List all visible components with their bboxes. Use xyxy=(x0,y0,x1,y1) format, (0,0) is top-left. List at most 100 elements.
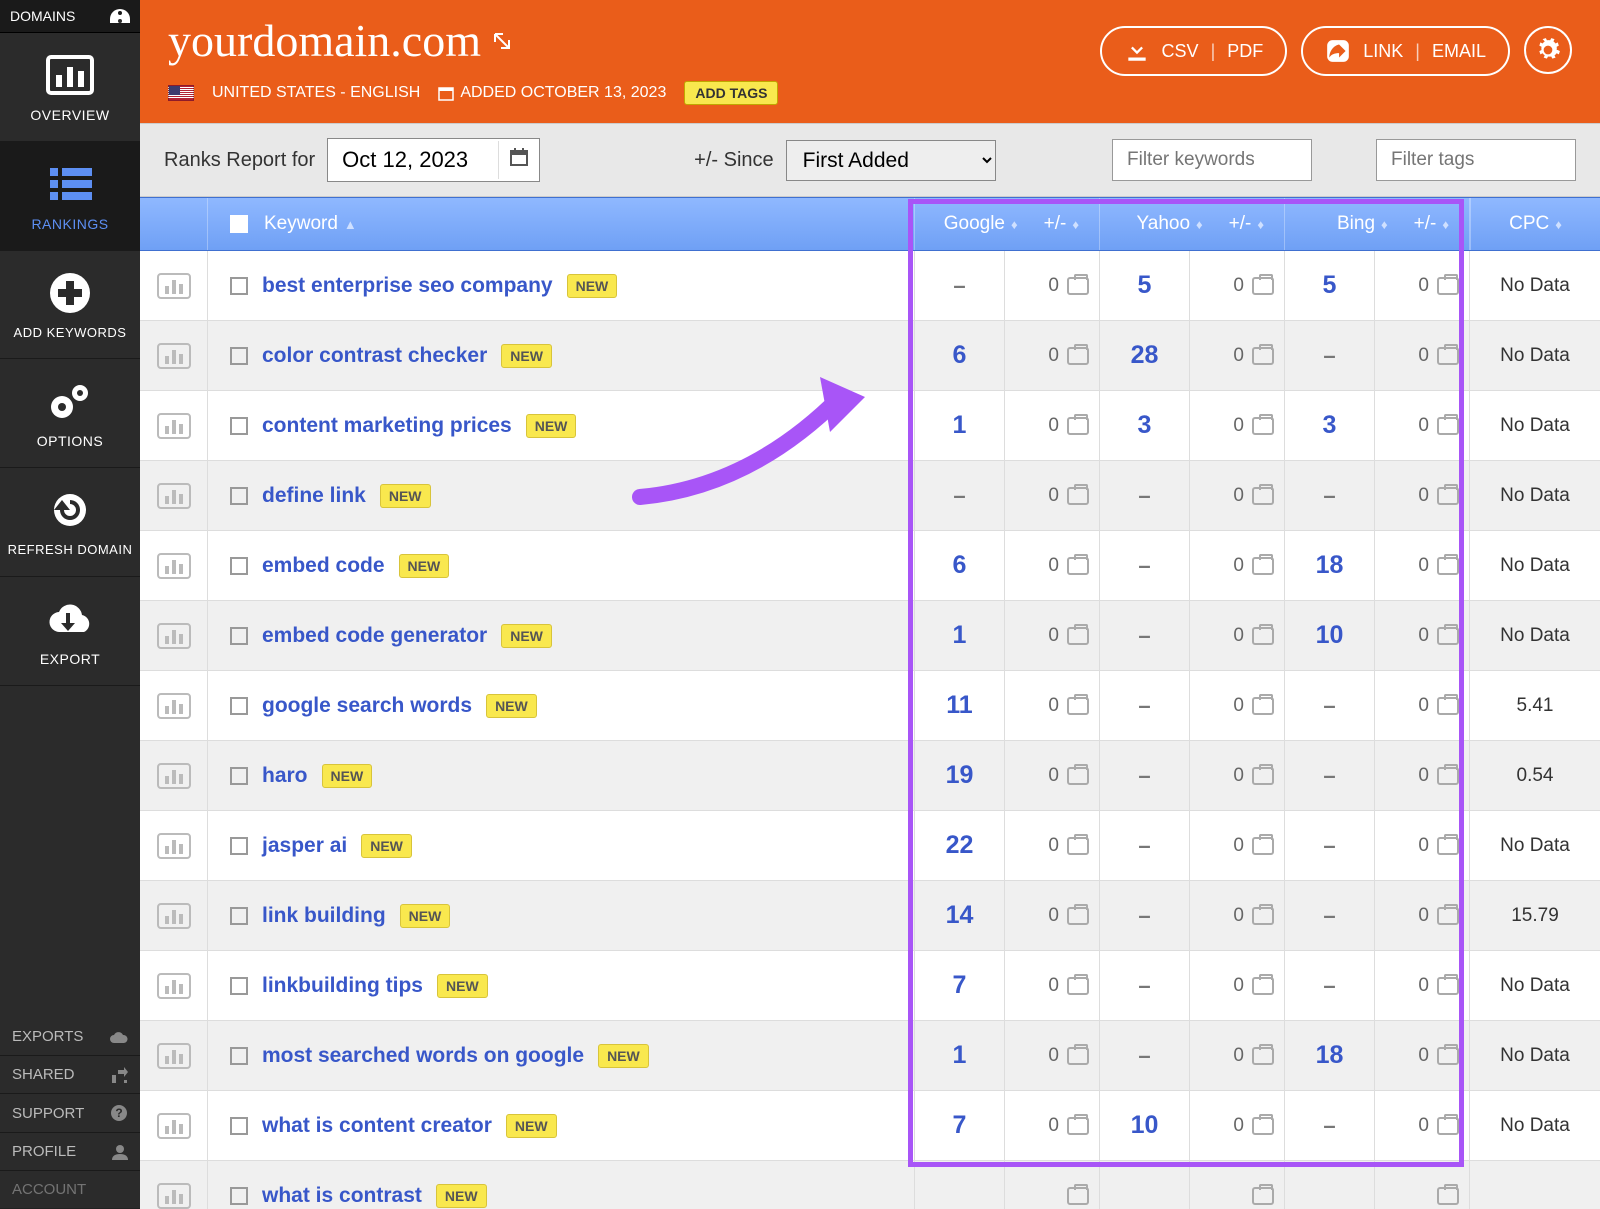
camera-icon[interactable] xyxy=(1067,277,1089,295)
camera-icon[interactable] xyxy=(1437,487,1459,505)
col-google[interactable]: Google♦+/-♦ xyxy=(915,198,1100,250)
calendar-icon[interactable] xyxy=(498,141,539,179)
row-checkbox[interactable] xyxy=(230,277,248,295)
export-csv-pdf-button[interactable]: CSV | PDF xyxy=(1100,26,1288,76)
keyword-link[interactable]: jasper ai xyxy=(262,834,347,858)
camera-icon[interactable] xyxy=(1067,1187,1089,1205)
row-checkbox[interactable] xyxy=(230,1117,248,1135)
row-chart-button[interactable] xyxy=(140,251,208,320)
camera-icon[interactable] xyxy=(1067,487,1089,505)
camera-icon[interactable] xyxy=(1252,557,1274,575)
keyword-link[interactable]: linkbuilding tips xyxy=(262,974,423,998)
camera-icon[interactable] xyxy=(1437,347,1459,365)
camera-icon[interactable] xyxy=(1437,697,1459,715)
camera-icon[interactable] xyxy=(1437,1047,1459,1065)
row-chart-button[interactable] xyxy=(140,671,208,740)
camera-icon[interactable] xyxy=(1252,487,1274,505)
keyword-link[interactable]: what is contrast xyxy=(262,1184,422,1208)
row-checkbox[interactable] xyxy=(230,627,248,645)
sidebar-item-export[interactable]: EXPORT xyxy=(0,577,140,686)
row-checkbox[interactable] xyxy=(230,907,248,925)
row-chart-button[interactable] xyxy=(140,881,208,950)
camera-icon[interactable] xyxy=(1252,1047,1274,1065)
camera-icon[interactable] xyxy=(1252,977,1274,995)
camera-icon[interactable] xyxy=(1252,837,1274,855)
camera-icon[interactable] xyxy=(1252,907,1274,925)
row-checkbox[interactable] xyxy=(230,697,248,715)
domain-title[interactable]: yourdomain.com xyxy=(168,14,778,67)
camera-icon[interactable] xyxy=(1437,837,1459,855)
sidebar-item-rankings[interactable]: RANKINGS xyxy=(0,142,140,251)
sidebar-item-add-keywords[interactable]: ADD KEYWORDS xyxy=(0,251,140,359)
camera-icon[interactable] xyxy=(1437,977,1459,995)
row-checkbox[interactable] xyxy=(230,557,248,575)
camera-icon[interactable] xyxy=(1252,767,1274,785)
filter-keywords-input[interactable] xyxy=(1112,139,1312,181)
row-checkbox[interactable] xyxy=(230,767,248,785)
camera-icon[interactable] xyxy=(1437,627,1459,645)
camera-icon[interactable] xyxy=(1067,1047,1089,1065)
camera-icon[interactable] xyxy=(1067,837,1089,855)
row-checkbox[interactable] xyxy=(230,487,248,505)
sidebar-item-overview[interactable]: OVERVIEW xyxy=(0,33,140,142)
keyword-link[interactable]: best enterprise seo company xyxy=(262,274,553,298)
keyword-link[interactable]: content marketing prices xyxy=(262,414,512,438)
since-dropdown[interactable]: First Added xyxy=(786,140,996,181)
sidebar-item-refresh-domain[interactable]: REFRESH DOMAIN xyxy=(0,468,140,577)
sidebar-item-options[interactable]: OPTIONS xyxy=(0,359,140,468)
camera-icon[interactable] xyxy=(1252,277,1274,295)
camera-icon[interactable] xyxy=(1252,1187,1274,1205)
row-chart-button[interactable] xyxy=(140,951,208,1020)
sidebar-profile[interactable]: PROFILE xyxy=(0,1133,140,1171)
camera-icon[interactable] xyxy=(1067,767,1089,785)
camera-icon[interactable] xyxy=(1437,557,1459,575)
filter-tags-input[interactable] xyxy=(1376,139,1576,181)
camera-icon[interactable] xyxy=(1067,977,1089,995)
row-chart-button[interactable] xyxy=(140,461,208,530)
keyword-link[interactable]: link building xyxy=(262,904,386,928)
row-chart-button[interactable] xyxy=(140,321,208,390)
keyword-link[interactable]: define link xyxy=(262,484,366,508)
settings-button[interactable] xyxy=(1524,26,1572,74)
row-checkbox[interactable] xyxy=(230,417,248,435)
keyword-link[interactable]: color contrast checker xyxy=(262,344,487,368)
row-checkbox[interactable] xyxy=(230,837,248,855)
col-yahoo[interactable]: Yahoo♦+/-♦ xyxy=(1100,198,1285,250)
sidebar-domains[interactable]: DOMAINS xyxy=(0,0,140,33)
camera-icon[interactable] xyxy=(1252,347,1274,365)
keyword-link[interactable]: haro xyxy=(262,764,308,788)
row-chart-button[interactable] xyxy=(140,811,208,880)
camera-icon[interactable] xyxy=(1067,907,1089,925)
keyword-link[interactable]: most searched words on google xyxy=(262,1044,584,1068)
row-chart-button[interactable] xyxy=(140,1161,208,1209)
camera-icon[interactable] xyxy=(1437,767,1459,785)
camera-icon[interactable] xyxy=(1067,1117,1089,1135)
row-chart-button[interactable] xyxy=(140,1021,208,1090)
camera-icon[interactable] xyxy=(1067,557,1089,575)
keyword-link[interactable]: embed code xyxy=(262,554,385,578)
camera-icon[interactable] xyxy=(1067,417,1089,435)
camera-icon[interactable] xyxy=(1437,1117,1459,1135)
camera-icon[interactable] xyxy=(1252,1117,1274,1135)
keyword-link[interactable]: google search words xyxy=(262,694,472,718)
camera-icon[interactable] xyxy=(1252,417,1274,435)
add-tags-button[interactable]: ADD TAGS xyxy=(684,81,778,105)
row-chart-button[interactable] xyxy=(140,741,208,810)
sidebar-exports[interactable]: EXPORTS xyxy=(0,1018,140,1056)
row-chart-button[interactable] xyxy=(140,1091,208,1160)
camera-icon[interactable] xyxy=(1437,907,1459,925)
camera-icon[interactable] xyxy=(1252,627,1274,645)
row-checkbox[interactable] xyxy=(230,977,248,995)
row-checkbox[interactable] xyxy=(230,1187,248,1205)
camera-icon[interactable] xyxy=(1437,277,1459,295)
sidebar-shared[interactable]: SHARED xyxy=(0,1056,140,1094)
select-all-checkbox[interactable] xyxy=(230,215,248,233)
col-cpc[interactable]: CPC♦ xyxy=(1470,198,1600,250)
camera-icon[interactable] xyxy=(1437,1187,1459,1205)
keyword-link[interactable]: what is content creator xyxy=(262,1114,492,1138)
keyword-link[interactable]: embed code generator xyxy=(262,624,487,648)
date-picker[interactable] xyxy=(327,138,540,182)
share-link-email-button[interactable]: LINK | EMAIL xyxy=(1301,26,1510,76)
row-checkbox[interactable] xyxy=(230,347,248,365)
camera-icon[interactable] xyxy=(1067,347,1089,365)
